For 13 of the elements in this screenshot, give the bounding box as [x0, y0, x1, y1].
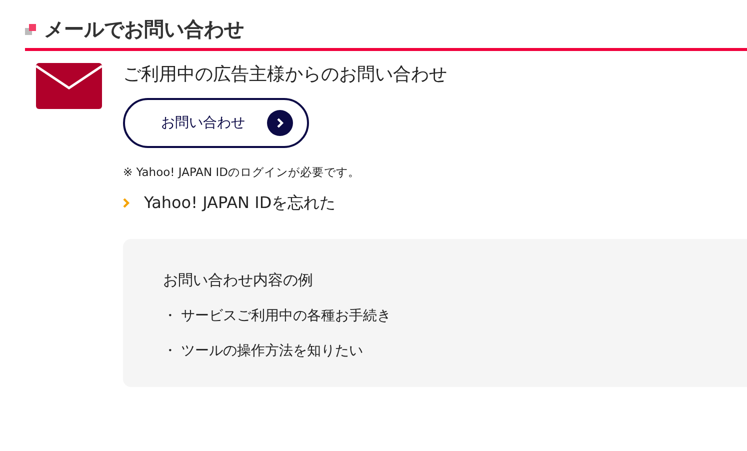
bullet-mark: ・: [163, 342, 178, 361]
example-item: サービスご利用中の各種お手続き: [181, 306, 391, 326]
bullet-mark: ・: [163, 306, 178, 326]
login-note: ※ Yahoo! JAPAN IDのログインが必要です。: [123, 164, 362, 181]
chevron-icon: [123, 198, 130, 208]
section-title: メールでお問い合わせ: [44, 16, 244, 43]
contact-button[interactable]: お問い合わせ: [123, 98, 309, 148]
forgot-id-link[interactable]: Yahoo! JAPAN IDを忘れた: [144, 191, 336, 216]
contact-title: ご利用中の広告主様からのお問い合わせ: [123, 63, 448, 87]
example-item: ツールの操作方法を知りたい: [181, 342, 363, 361]
heading-square-icon: [25, 24, 36, 34]
mail-icon: [36, 63, 102, 109]
examples-title: お問い合わせ内容の例: [163, 270, 314, 292]
